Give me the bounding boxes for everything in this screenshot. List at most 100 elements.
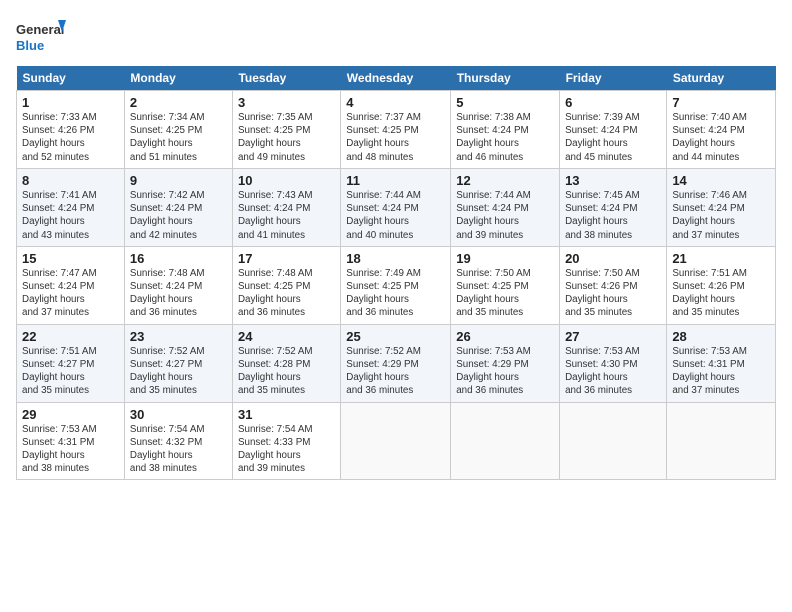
calendar-cell: 10 Sunrise: 7:43 AMSunset: 4:24 PMDaylig… xyxy=(232,168,340,246)
calendar-row: 1 Sunrise: 7:33 AMSunset: 4:26 PMDayligh… xyxy=(17,91,776,169)
day-info: Sunrise: 7:49 AMSunset: 4:25 PMDaylight … xyxy=(346,268,421,319)
day-info: Sunrise: 7:50 AMSunset: 4:26 PMDaylight … xyxy=(565,268,640,319)
day-info: Sunrise: 7:46 AMSunset: 4:24 PMDaylight … xyxy=(672,190,747,241)
calendar-cell: 19 Sunrise: 7:50 AMSunset: 4:25 PMDaylig… xyxy=(451,246,560,324)
day-info: Sunrise: 7:47 AMSunset: 4:24 PMDaylight … xyxy=(22,268,97,319)
day-info: Sunrise: 7:44 AMSunset: 4:24 PMDaylight … xyxy=(456,190,531,241)
col-saturday: Saturday xyxy=(667,66,776,91)
calendar-cell: 21 Sunrise: 7:51 AMSunset: 4:26 PMDaylig… xyxy=(667,246,776,324)
calendar-cell: 22 Sunrise: 7:51 AMSunset: 4:27 PMDaylig… xyxy=(17,324,125,402)
calendar-cell: 15 Sunrise: 7:47 AMSunset: 4:24 PMDaylig… xyxy=(17,246,125,324)
calendar-row: 15 Sunrise: 7:47 AMSunset: 4:24 PMDaylig… xyxy=(17,246,776,324)
day-info: Sunrise: 7:53 AMSunset: 4:31 PMDaylight … xyxy=(22,424,97,475)
day-info: Sunrise: 7:44 AMSunset: 4:24 PMDaylight … xyxy=(346,190,421,241)
day-number: 30 xyxy=(130,407,227,422)
col-tuesday: Tuesday xyxy=(232,66,340,91)
calendar-cell: 2 Sunrise: 7:34 AMSunset: 4:25 PMDayligh… xyxy=(124,91,232,169)
day-number: 10 xyxy=(238,173,335,188)
day-number: 9 xyxy=(130,173,227,188)
day-info: Sunrise: 7:40 AMSunset: 4:24 PMDaylight … xyxy=(672,112,747,163)
day-number: 7 xyxy=(672,95,770,110)
calendar-cell: 17 Sunrise: 7:48 AMSunset: 4:25 PMDaylig… xyxy=(232,246,340,324)
calendar-cell: 13 Sunrise: 7:45 AMSunset: 4:24 PMDaylig… xyxy=(560,168,667,246)
calendar-cell: 5 Sunrise: 7:38 AMSunset: 4:24 PMDayligh… xyxy=(451,91,560,169)
day-number: 26 xyxy=(456,329,554,344)
day-number: 4 xyxy=(346,95,445,110)
calendar-cell: 7 Sunrise: 7:40 AMSunset: 4:24 PMDayligh… xyxy=(667,91,776,169)
day-number: 11 xyxy=(346,173,445,188)
calendar-cell: 12 Sunrise: 7:44 AMSunset: 4:24 PMDaylig… xyxy=(451,168,560,246)
svg-text:Blue: Blue xyxy=(16,38,44,53)
day-number: 20 xyxy=(565,251,661,266)
calendar-cell: 25 Sunrise: 7:52 AMSunset: 4:29 PMDaylig… xyxy=(341,324,451,402)
day-number: 28 xyxy=(672,329,770,344)
day-info: Sunrise: 7:54 AMSunset: 4:33 PMDaylight … xyxy=(238,424,313,475)
day-number: 6 xyxy=(565,95,661,110)
day-info: Sunrise: 7:34 AMSunset: 4:25 PMDaylight … xyxy=(130,112,205,163)
col-thursday: Thursday xyxy=(451,66,560,91)
col-friday: Friday xyxy=(560,66,667,91)
calendar-body: 1 Sunrise: 7:33 AMSunset: 4:26 PMDayligh… xyxy=(17,91,776,480)
day-info: Sunrise: 7:52 AMSunset: 4:27 PMDaylight … xyxy=(130,346,205,397)
day-info: Sunrise: 7:43 AMSunset: 4:24 PMDaylight … xyxy=(238,190,313,241)
calendar-cell: 11 Sunrise: 7:44 AMSunset: 4:24 PMDaylig… xyxy=(341,168,451,246)
day-number: 19 xyxy=(456,251,554,266)
calendar-cell: 1 Sunrise: 7:33 AMSunset: 4:26 PMDayligh… xyxy=(17,91,125,169)
calendar-cell: 14 Sunrise: 7:46 AMSunset: 4:24 PMDaylig… xyxy=(667,168,776,246)
day-number: 24 xyxy=(238,329,335,344)
day-info: Sunrise: 7:45 AMSunset: 4:24 PMDaylight … xyxy=(565,190,640,241)
calendar-cell: 23 Sunrise: 7:52 AMSunset: 4:27 PMDaylig… xyxy=(124,324,232,402)
calendar-cell: 20 Sunrise: 7:50 AMSunset: 4:26 PMDaylig… xyxy=(560,246,667,324)
day-info: Sunrise: 7:38 AMSunset: 4:24 PMDaylight … xyxy=(456,112,531,163)
calendar-cell: 30 Sunrise: 7:54 AMSunset: 4:32 PMDaylig… xyxy=(124,402,232,480)
calendar-cell: 16 Sunrise: 7:48 AMSunset: 4:24 PMDaylig… xyxy=(124,246,232,324)
day-number: 8 xyxy=(22,173,119,188)
day-info: Sunrise: 7:48 AMSunset: 4:24 PMDaylight … xyxy=(130,268,205,319)
day-number: 1 xyxy=(22,95,119,110)
day-number: 18 xyxy=(346,251,445,266)
day-number: 25 xyxy=(346,329,445,344)
day-number: 2 xyxy=(130,95,227,110)
svg-text:General: General xyxy=(16,22,64,37)
calendar-cell: 29 Sunrise: 7:53 AMSunset: 4:31 PMDaylig… xyxy=(17,402,125,480)
day-info: Sunrise: 7:33 AMSunset: 4:26 PMDaylight … xyxy=(22,112,97,163)
day-info: Sunrise: 7:53 AMSunset: 4:31 PMDaylight … xyxy=(672,346,747,397)
calendar-header-row: Sunday Monday Tuesday Wednesday Thursday… xyxy=(17,66,776,91)
calendar-cell: 26 Sunrise: 7:53 AMSunset: 4:29 PMDaylig… xyxy=(451,324,560,402)
calendar-cell xyxy=(667,402,776,480)
day-info: Sunrise: 7:42 AMSunset: 4:24 PMDaylight … xyxy=(130,190,205,241)
calendar-cell: 31 Sunrise: 7:54 AMSunset: 4:33 PMDaylig… xyxy=(232,402,340,480)
day-number: 16 xyxy=(130,251,227,266)
calendar-cell: 27 Sunrise: 7:53 AMSunset: 4:30 PMDaylig… xyxy=(560,324,667,402)
day-info: Sunrise: 7:54 AMSunset: 4:32 PMDaylight … xyxy=(130,424,205,475)
day-number: 27 xyxy=(565,329,661,344)
day-number: 29 xyxy=(22,407,119,422)
day-info: Sunrise: 7:37 AMSunset: 4:25 PMDaylight … xyxy=(346,112,421,163)
day-number: 5 xyxy=(456,95,554,110)
day-number: 3 xyxy=(238,95,335,110)
day-info: Sunrise: 7:51 AMSunset: 4:27 PMDaylight … xyxy=(22,346,97,397)
calendar-row: 22 Sunrise: 7:51 AMSunset: 4:27 PMDaylig… xyxy=(17,324,776,402)
calendar-cell xyxy=(341,402,451,480)
calendar-cell xyxy=(451,402,560,480)
calendar-row: 29 Sunrise: 7:53 AMSunset: 4:31 PMDaylig… xyxy=(17,402,776,480)
calendar-cell: 18 Sunrise: 7:49 AMSunset: 4:25 PMDaylig… xyxy=(341,246,451,324)
col-wednesday: Wednesday xyxy=(341,66,451,91)
day-info: Sunrise: 7:53 AMSunset: 4:30 PMDaylight … xyxy=(565,346,640,397)
logo: General Blue xyxy=(16,16,66,56)
day-number: 31 xyxy=(238,407,335,422)
day-number: 12 xyxy=(456,173,554,188)
calendar-cell: 28 Sunrise: 7:53 AMSunset: 4:31 PMDaylig… xyxy=(667,324,776,402)
header: General Blue xyxy=(16,16,776,56)
day-info: Sunrise: 7:39 AMSunset: 4:24 PMDaylight … xyxy=(565,112,640,163)
calendar-cell xyxy=(560,402,667,480)
calendar-cell: 8 Sunrise: 7:41 AMSunset: 4:24 PMDayligh… xyxy=(17,168,125,246)
day-number: 21 xyxy=(672,251,770,266)
calendar-cell: 4 Sunrise: 7:37 AMSunset: 4:25 PMDayligh… xyxy=(341,91,451,169)
day-info: Sunrise: 7:52 AMSunset: 4:28 PMDaylight … xyxy=(238,346,313,397)
day-number: 17 xyxy=(238,251,335,266)
day-number: 22 xyxy=(22,329,119,344)
col-sunday: Sunday xyxy=(17,66,125,91)
day-info: Sunrise: 7:50 AMSunset: 4:25 PMDaylight … xyxy=(456,268,531,319)
calendar-cell: 6 Sunrise: 7:39 AMSunset: 4:24 PMDayligh… xyxy=(560,91,667,169)
